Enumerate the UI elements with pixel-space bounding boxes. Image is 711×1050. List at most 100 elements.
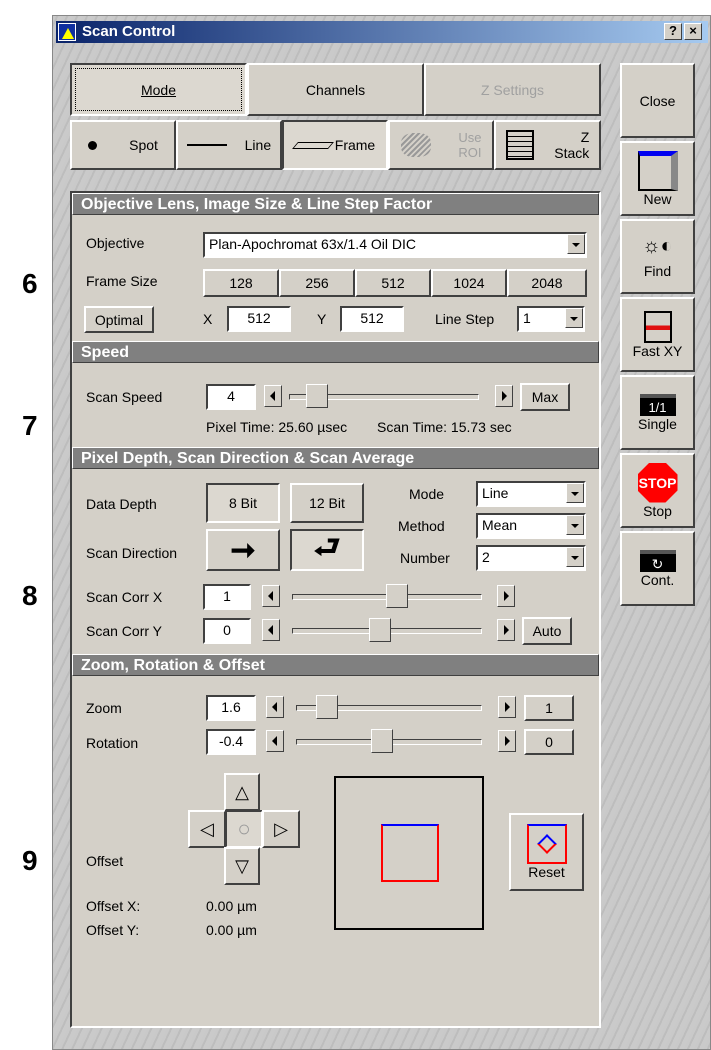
frame-x-input[interactable]: 512 <box>227 306 291 332</box>
scan-speed-input[interactable]: 4 <box>206 384 256 410</box>
zoom-reset-button[interactable]: 1 <box>524 695 574 721</box>
stop-button[interactable]: STOP Stop <box>620 453 695 528</box>
close-window-button[interactable]: × <box>684 23 702 40</box>
method-select[interactable]: Mean <box>476 513 586 539</box>
avg-mode-select[interactable]: Line <box>476 481 586 507</box>
scan-field-preview[interactable] <box>334 776 484 930</box>
speed-increase-button[interactable] <box>495 385 513 407</box>
chevron-down-icon[interactable] <box>566 547 584 567</box>
chevron-down-icon[interactable] <box>566 483 584 503</box>
z-stack-button[interactable]: Z Stack <box>494 120 601 170</box>
find-button[interactable]: ☼◐ Find <box>620 219 695 294</box>
scan-corr-y-label: Scan Corr Y <box>86 623 162 639</box>
offset-up-button[interactable]: △ <box>224 773 260 811</box>
offset-y-value: 0.00 µm <box>206 922 257 938</box>
offset-left-button[interactable]: ◁ <box>188 810 226 848</box>
circle-icon: ○ <box>237 816 251 841</box>
corr-x-slider-thumb[interactable] <box>386 584 409 608</box>
frame-label: Frame <box>334 137 376 153</box>
stop-sign-icon: STOP <box>637 462 678 503</box>
pixel-depth-section-header: Pixel Depth, Scan Direction & Scan Avera… <box>72 447 599 469</box>
unidirectional-button[interactable]: ➞ <box>206 529 280 571</box>
fast-xy-button[interactable]: Fast XY <box>620 297 695 372</box>
tab-z-settings-label: Z Settings <box>480 81 545 98</box>
chevron-down-icon[interactable] <box>565 308 583 328</box>
frame-size-256[interactable]: 256 <box>279 269 355 297</box>
speed-decrease-button[interactable] <box>264 385 282 407</box>
frame-icon <box>291 141 334 149</box>
12-bit-button[interactable]: 12 Bit <box>290 483 364 523</box>
offset-label: Offset <box>86 853 124 869</box>
tab-channels[interactable]: Channels <box>247 63 424 116</box>
use-roi-button[interactable]: Use ROI <box>388 120 494 170</box>
frame-button[interactable]: Frame <box>282 120 388 170</box>
offset-center-button[interactable]: ○ <box>225 810 263 848</box>
bidirectional-button[interactable]: ⮐ <box>290 529 364 571</box>
scan-corr-y-input[interactable]: 0 <box>203 618 251 644</box>
use-roi-label: Use ROI <box>458 130 482 160</box>
objective-select[interactable]: Plan-Apochromat 63x/1.4 Oil DIC <box>203 232 587 258</box>
settings-panel: Objective Lens, Image Size & Line Step F… <box>70 191 601 1028</box>
tab-mode[interactable]: Mode <box>70 63 247 116</box>
spot-button[interactable]: Spot <box>70 120 176 170</box>
scan-corr-x-input[interactable]: 1 <box>203 584 251 610</box>
close-button[interactable]: Close <box>620 63 695 138</box>
continuous-button[interactable]: ↻ Cont. <box>620 531 695 606</box>
corr-x-decrease-button[interactable] <box>262 585 280 607</box>
new-button[interactable]: New <box>620 141 695 216</box>
find-label: Find <box>643 262 672 279</box>
zoom-decrease-button[interactable] <box>266 696 284 718</box>
rotation-increase-button[interactable] <box>498 730 516 752</box>
zoom-slider-thumb[interactable] <box>315 695 338 719</box>
line-button[interactable]: Line <box>176 120 282 170</box>
chevron-down-icon[interactable] <box>566 515 584 535</box>
corr-y-slider-thumb[interactable] <box>369 618 392 642</box>
single-button[interactable]: 1/1 Single <box>620 375 695 450</box>
rotation-decrease-button[interactable] <box>266 730 284 752</box>
scan-direction-label: Scan Direction <box>86 545 178 561</box>
offset-x-label: Offset X: <box>86 898 141 914</box>
frame-size-128[interactable]: 128 <box>203 269 279 297</box>
offset-right-button[interactable]: ▷ <box>262 810 300 848</box>
offset-down-button[interactable]: ▽ <box>224 847 260 885</box>
rotation-slider-thumb[interactable] <box>371 729 394 753</box>
z-stack-icon <box>505 130 534 160</box>
tab-z-settings[interactable]: Z Settings <box>424 63 601 116</box>
reset-offset-button[interactable]: Reset <box>509 813 584 891</box>
auto-button[interactable]: Auto <box>522 617 572 645</box>
line-step-select[interactable]: 1 <box>517 306 585 332</box>
frame-y-input[interactable]: 512 <box>340 306 404 332</box>
triangle-right-icon: ▷ <box>274 818 288 839</box>
8-bit-button[interactable]: 8 Bit <box>206 483 280 523</box>
arrow-right-icon: ➞ <box>230 533 256 567</box>
return-arrow-icon: ⮐ <box>313 530 341 564</box>
frame-size-2048[interactable]: 2048 <box>507 269 587 297</box>
zoom-increase-button[interactable] <box>498 696 516 718</box>
zoom-input[interactable]: 1.6 <box>206 695 256 721</box>
speed-slider-thumb[interactable] <box>305 384 328 408</box>
sun-contrast-icon: ☼◐ <box>642 234 673 257</box>
help-button[interactable]: ? <box>664 23 682 40</box>
rotation-reset-button[interactable]: 0 <box>524 729 574 755</box>
rotation-input[interactable]: -0.4 <box>206 729 256 755</box>
corr-x-increase-button[interactable] <box>497 585 515 607</box>
corr-y-increase-button[interactable] <box>497 619 515 641</box>
triangle-left-icon: ◁ <box>200 818 214 839</box>
line-label: Line <box>244 137 272 153</box>
pixel-time: Pixel Time: 25.60 µsec <box>206 419 348 435</box>
frame-size-label: Frame Size <box>86 273 158 289</box>
fast-xy-icon <box>643 310 672 343</box>
corr-y-decrease-button[interactable] <box>262 619 280 641</box>
chevron-down-icon[interactable] <box>567 234 585 254</box>
optimal-button[interactable]: Optimal <box>84 306 154 333</box>
number-select[interactable]: 2 <box>476 545 586 571</box>
roi-icon <box>400 133 431 157</box>
method-value: Mean <box>482 517 518 533</box>
number-label: Number <box>400 550 450 566</box>
objective-label: Objective <box>86 235 145 251</box>
frame-size-512[interactable]: 512 <box>355 269 431 297</box>
max-speed-button[interactable]: Max <box>520 383 570 411</box>
title-bar: Scan Control ? × <box>56 21 708 43</box>
line-step-label: Line Step <box>435 311 495 327</box>
frame-size-1024[interactable]: 1024 <box>431 269 507 297</box>
